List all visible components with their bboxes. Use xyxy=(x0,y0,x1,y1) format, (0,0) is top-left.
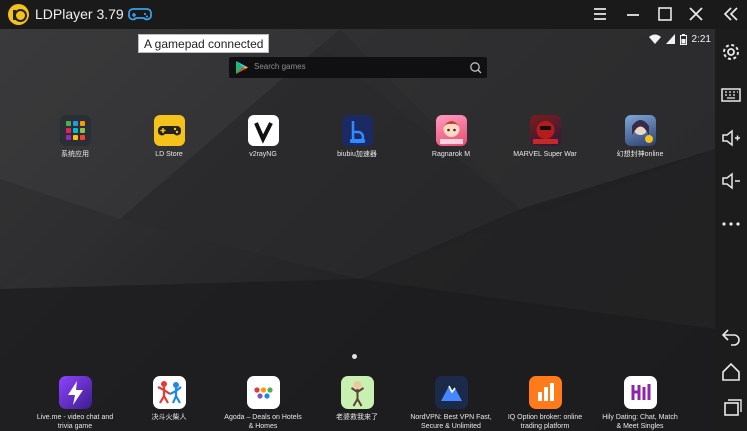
volume-up-icon xyxy=(722,129,740,147)
back-button[interactable] xyxy=(719,324,743,348)
marvel-super-war-icon xyxy=(529,115,561,146)
home-button[interactable] xyxy=(719,360,743,384)
title-bar: LDPlayer 3.79 xyxy=(0,0,747,29)
huanxiang-fengshen-icon xyxy=(624,115,656,146)
app-label: Hily Dating: Chat, Match & Meet Singles xyxy=(602,414,678,430)
ldplayer-logo-icon xyxy=(8,4,29,25)
status-bar: 2:21 xyxy=(648,32,711,46)
app-label: MARVEL Super War xyxy=(513,151,577,158)
minimize-icon xyxy=(627,14,639,16)
close-icon xyxy=(689,7,703,21)
settings-button[interactable] xyxy=(719,40,743,64)
v2rayng-icon xyxy=(247,115,279,146)
save-wife-icon xyxy=(340,376,374,409)
app-biubiu[interactable]: biubiu加速器 xyxy=(309,115,405,159)
more-horizontal-icon xyxy=(722,222,740,226)
app-v2rayng[interactable]: v2rayNG xyxy=(215,115,311,159)
hily-icon xyxy=(623,376,657,409)
app-agoda[interactable]: Agoda – Deals on Hotels & Homes xyxy=(215,376,311,431)
double-chevron-left-icon xyxy=(723,7,738,21)
play-store-icon xyxy=(236,61,248,74)
agoda-icon xyxy=(246,376,280,409)
wallpaper xyxy=(0,29,715,431)
app-iq-option[interactable]: IQ Option broker: online trading platfor… xyxy=(497,376,593,431)
ld-store-icon xyxy=(153,115,185,146)
app-label: 老婆救我来了 xyxy=(336,414,378,421)
app-marvel-super-war[interactable]: MARVEL Super War xyxy=(497,115,593,159)
clock: 2:21 xyxy=(691,33,711,45)
app-label: 幻想封神online xyxy=(616,151,664,158)
keyboard-icon xyxy=(721,88,741,102)
app-stickman-duel[interactable]: 决斗火柴人 xyxy=(121,376,217,422)
biubiu-icon xyxy=(341,115,373,146)
signal-icon xyxy=(665,34,675,44)
app-ragnarok-m[interactable]: Ragnarok M xyxy=(403,115,499,159)
volume-down-button[interactable] xyxy=(719,169,743,193)
liveme-icon xyxy=(58,376,92,409)
maximize-icon xyxy=(658,7,672,21)
hamburger-menu-icon xyxy=(594,8,606,20)
app-system-apps[interactable]: 系统应用 xyxy=(27,115,123,159)
volume-up-button[interactable] xyxy=(719,126,743,150)
minimize-button[interactable] xyxy=(621,3,645,25)
android-screen[interactable]: 2:21 A gamepad connected Search games 系统… xyxy=(0,29,715,431)
gamepad-icon[interactable] xyxy=(128,6,152,22)
wifi-icon xyxy=(648,34,661,44)
app-hily[interactable]: Hily Dating: Chat, Match & Meet Singles xyxy=(592,376,688,431)
app-label: IQ Option broker: online trading platfor… xyxy=(507,414,583,430)
battery-icon xyxy=(679,33,687,45)
app-label: Ragnarok M xyxy=(431,151,471,158)
gear-icon xyxy=(723,44,739,60)
app-label: 决斗火柴人 xyxy=(151,414,187,421)
stickman-duel-icon xyxy=(152,376,186,409)
app-label: biubiu加速器 xyxy=(337,151,377,158)
app-label: LD Store xyxy=(155,151,183,158)
right-toolbar xyxy=(715,29,747,431)
app-label: 系统应用 xyxy=(61,151,89,158)
gamepad-tooltip: A gamepad connected xyxy=(138,34,270,53)
keyboard-button[interactable] xyxy=(719,83,743,107)
app-liveme[interactable]: Live.me - video chat and trivia game xyxy=(27,376,123,431)
back-arrow-icon xyxy=(721,329,740,346)
maximize-button[interactable] xyxy=(653,3,677,25)
nordvpn-icon xyxy=(434,376,468,409)
volume-down-icon xyxy=(722,172,740,190)
iq-option-icon xyxy=(528,376,562,409)
system-apps-folder-icon xyxy=(59,115,91,146)
more-options-button[interactable] xyxy=(719,212,743,236)
recent-apps-button[interactable] xyxy=(719,395,743,419)
page-indicator xyxy=(352,354,357,359)
app-huanxiang-fengshen[interactable]: 幻想封神online xyxy=(592,115,688,159)
app-nordvpn[interactable]: NordVPN: Best VPN Fast, Secure & Unlimit… xyxy=(403,376,499,431)
app-label: NordVPN: Best VPN Fast, Secure & Unlimit… xyxy=(410,414,492,430)
home-icon xyxy=(722,362,740,381)
search-icon[interactable] xyxy=(469,61,482,74)
app-label: Agoda – Deals on Hotels & Homes xyxy=(224,414,302,430)
ragnarok-m-icon xyxy=(435,115,467,146)
collapse-sidebar-button[interactable] xyxy=(719,3,743,25)
search-games-bar[interactable]: Search games xyxy=(229,57,487,78)
recent-apps-icon xyxy=(724,399,742,416)
search-placeholder: Search games xyxy=(254,62,306,71)
app-label: v2rayNG xyxy=(249,151,277,158)
menu-button[interactable] xyxy=(588,3,612,25)
close-button[interactable] xyxy=(684,3,708,25)
window-title: LDPlayer 3.79 xyxy=(35,6,124,22)
app-save-wife[interactable]: 老婆救我来了 xyxy=(309,376,405,422)
app-ld-store[interactable]: LD Store xyxy=(121,115,217,159)
app-label: Live.me - video chat and trivia game xyxy=(36,414,114,430)
